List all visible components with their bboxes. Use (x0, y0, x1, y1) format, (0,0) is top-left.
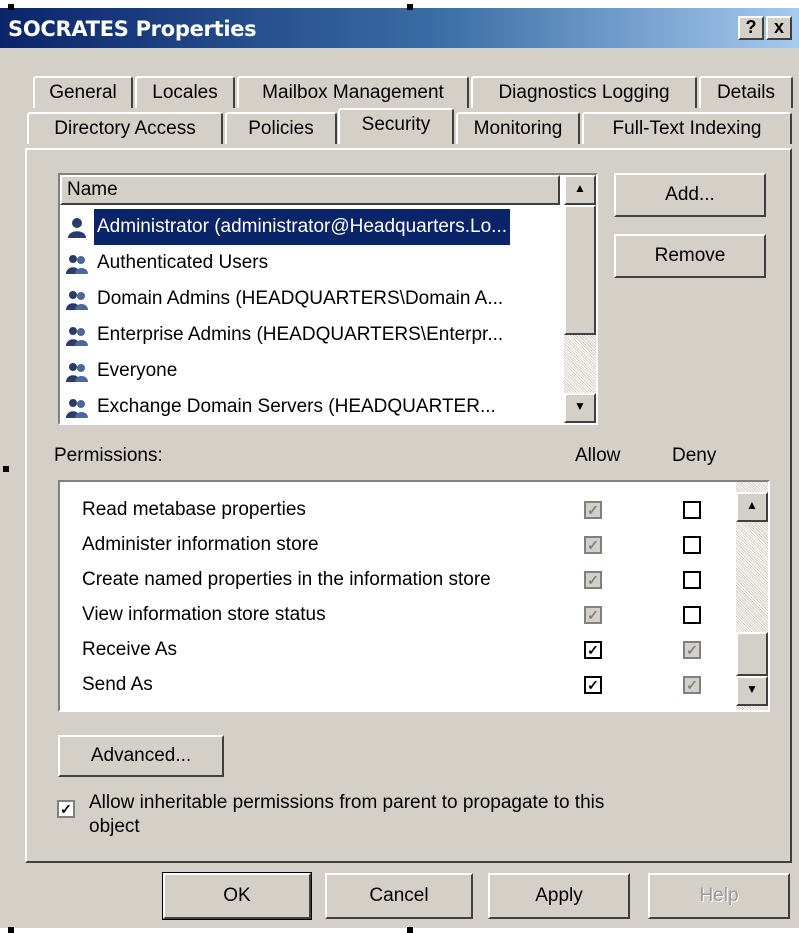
scrollbar-thumb[interactable] (564, 205, 596, 335)
deny-checkbox[interactable] (683, 501, 701, 519)
user-row[interactable]: Domain Admins (HEADQUARTERS\Domain A... (60, 281, 560, 317)
deny-column-label: Deny (672, 445, 717, 466)
permission-name: Administer information store (82, 534, 319, 555)
group-icon (66, 399, 88, 418)
user-row[interactable]: Enterprise Admins (HEADQUARTERS\Enterpr.… (60, 317, 560, 353)
user-name: Administrator (administrator@Headquarter… (94, 209, 511, 245)
tab-full-text-indexing[interactable]: Full-Text Indexing (582, 112, 792, 144)
user-row[interactable]: Authenticated Users (60, 245, 560, 281)
users-scrollbar[interactable]: ▲ ▼ (564, 175, 596, 423)
deny-checkbox[interactable] (683, 571, 701, 589)
scroll-up-arrow-icon[interactable]: ▲ (736, 492, 768, 522)
user-name: Everyone (97, 360, 178, 381)
user-name: Enterprise Admins (HEADQUARTERS\Enterpr.… (97, 324, 504, 345)
advanced-button[interactable]: Advanced... (58, 735, 224, 777)
permission-name: Read metabase properties (82, 499, 306, 520)
scroll-up-arrow-icon[interactable]: ▲ (564, 175, 596, 205)
user-row[interactable]: Everyone (60, 353, 560, 389)
security-tab-panel: Name Administrator (administrator@Headqu… (25, 148, 792, 863)
user-name: Exchange Domain Servers (HEADQUARTER... (97, 396, 496, 417)
user-name: Authenticated Users (97, 252, 269, 273)
help-button[interactable]: Help (648, 873, 790, 919)
window-title: SOCRATES Properties (8, 17, 257, 41)
permission-name: Create named properties in the informati… (82, 569, 491, 590)
permissions-list[interactable]: Read metabase properties ✓ Administer in… (58, 480, 770, 712)
group-icon (66, 327, 88, 346)
allow-column-label: Allow (575, 445, 621, 466)
inherit-permissions-label-line2: object (89, 816, 140, 837)
remove-button[interactable]: Remove (614, 234, 766, 278)
tab-policies[interactable]: Policies (225, 112, 337, 144)
group-icon (66, 363, 88, 382)
tab-security[interactable]: Security (338, 108, 454, 144)
permission-name: Send As (82, 674, 153, 695)
permission-row: View information store status ✓ (60, 597, 732, 633)
tab-mailbox-management[interactable]: Mailbox Management (237, 76, 469, 108)
selection-handle (407, 927, 413, 933)
title-bar[interactable]: SOCRATES Properties ? x (0, 8, 799, 48)
tab-details[interactable]: Details (699, 76, 793, 108)
inherit-permissions-label-line1: Allow inheritable permissions from paren… (89, 792, 605, 813)
selection-handle (3, 466, 9, 472)
scroll-down-arrow-icon[interactable]: ▼ (736, 676, 768, 706)
tab-directory-access[interactable]: Directory Access (27, 112, 223, 144)
help-title-button[interactable]: ? (738, 16, 764, 40)
tab-locales[interactable]: Locales (135, 76, 235, 108)
allow-checkbox[interactable]: ✓ (584, 536, 602, 554)
user-name: Domain Admins (HEADQUARTERS\Domain A... (97, 288, 504, 309)
permission-row: Receive As ✓ ✓ (60, 632, 732, 668)
allow-checkbox[interactable]: ✓ (584, 606, 602, 624)
name-column-header[interactable]: Name (60, 175, 560, 205)
cancel-button[interactable]: Cancel (325, 873, 473, 919)
permission-row: Read metabase properties ✓ (60, 492, 732, 528)
permissions-label: Permissions: (54, 445, 163, 466)
apply-button[interactable]: Apply (488, 873, 630, 919)
tab-general[interactable]: General (33, 76, 133, 108)
deny-checkbox[interactable] (683, 606, 701, 624)
tab-diagnostics-logging[interactable]: Diagnostics Logging (471, 76, 697, 108)
group-icon (66, 291, 88, 310)
scroll-down-arrow-icon[interactable]: ▼ (564, 393, 596, 423)
ok-button[interactable]: OK (162, 872, 312, 920)
selection-handle (8, 927, 14, 933)
group-icon (66, 255, 88, 274)
properties-dialog: SOCRATES Properties ? x General Locales … (0, 8, 799, 928)
add-button[interactable]: Add... (614, 173, 766, 217)
deny-checkbox[interactable] (683, 536, 701, 554)
allow-checkbox[interactable]: ✓ (584, 571, 602, 589)
tab-monitoring[interactable]: Monitoring (456, 112, 580, 144)
allow-checkbox[interactable]: ✓ (584, 501, 602, 519)
user-row[interactable]: Administrator (administrator@Headquarter… (60, 209, 560, 245)
deny-checkbox[interactable]: ✓ (683, 676, 701, 694)
user-icon (68, 218, 86, 238)
allow-checkbox[interactable]: ✓ (584, 676, 602, 694)
user-row[interactable]: Exchange Domain Servers (HEADQUARTER... (60, 389, 560, 423)
permissions-scrollbar[interactable]: ▲ ▼ (736, 482, 768, 710)
close-title-button[interactable]: x (766, 16, 792, 40)
inherit-permissions-checkbox[interactable]: ✓ (57, 800, 75, 818)
deny-checkbox[interactable]: ✓ (683, 641, 701, 659)
permission-row: Administer information store ✓ (60, 527, 732, 563)
permission-row: Send As ✓ ✓ (60, 667, 732, 703)
scrollbar-thumb[interactable] (736, 632, 768, 676)
permission-row: Create named properties in the informati… (60, 562, 732, 598)
permission-name: View information store status (82, 604, 326, 625)
selection-handle (407, 4, 413, 10)
allow-checkbox[interactable]: ✓ (584, 641, 602, 659)
permission-name: Receive As (82, 639, 178, 660)
selection-handle (8, 4, 14, 10)
users-listbox[interactable]: Name Administrator (administrator@Headqu… (58, 173, 598, 425)
